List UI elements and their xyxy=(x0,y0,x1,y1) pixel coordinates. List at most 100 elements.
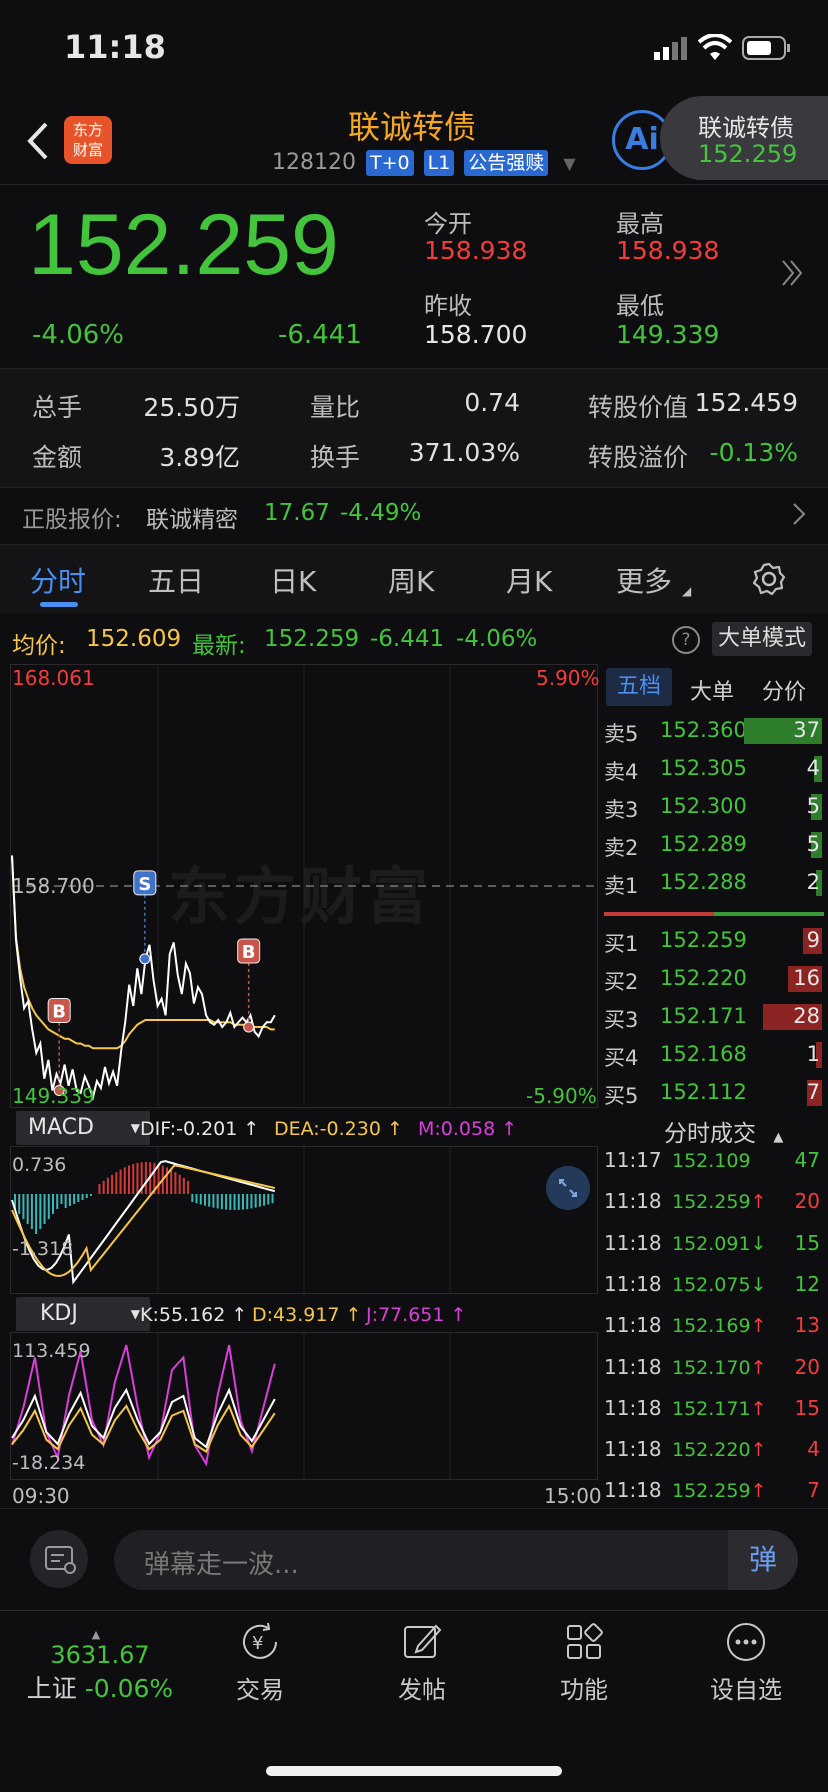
trade-price: 152.171↑ xyxy=(672,1397,767,1420)
kdj-select[interactable]: KDJ ▼ xyxy=(16,1297,150,1331)
level-label: 买4 xyxy=(604,1046,639,1070)
level-volume: 16 xyxy=(793,966,820,990)
trade-row: 11:18 152.220↑ 4 xyxy=(604,1433,824,1473)
trade-price: 152.220↑ xyxy=(672,1439,767,1462)
book-divider xyxy=(604,912,714,916)
macd-bottom-value: -1.318 xyxy=(12,1238,74,1260)
level-volume: 7 xyxy=(806,1080,820,1104)
svg-text:S: S xyxy=(138,874,151,895)
trade-volume: 12 xyxy=(794,1271,820,1296)
level-price: 152.220 xyxy=(660,966,747,990)
level-label: 买1 xyxy=(604,932,639,956)
trade-time: 11:18 xyxy=(604,1230,662,1255)
trade-row: 11:18 152.171↑ 15 xyxy=(604,1392,824,1432)
ask-row[interactable]: 卖3 152.300 5 xyxy=(604,790,824,824)
tab-five-levels[interactable]: 五档 xyxy=(606,668,672,706)
trade-row: 11:18 152.170↑ 20 xyxy=(604,1351,824,1391)
trade-time: 11:18 xyxy=(604,1313,662,1338)
index-name: 上证 xyxy=(26,1674,77,1703)
level-price: 152.300 xyxy=(660,794,747,818)
trade-direction: ↑ xyxy=(750,1315,767,1338)
pct-axis-low: -5.90% xyxy=(526,1084,597,1108)
trade-time: 11:18 xyxy=(604,1437,662,1462)
level-price: 152.112 xyxy=(660,1080,747,1104)
trade-direction: ↓ xyxy=(750,1273,767,1296)
send-danmaku-button[interactable]: 弹 xyxy=(728,1530,798,1590)
ask-row[interactable]: 卖5 152.360 37 xyxy=(604,714,824,748)
level-price: 152.168 xyxy=(660,1042,747,1066)
ref-price-label: 158.700 xyxy=(12,874,95,898)
expand-icon xyxy=(559,1179,577,1197)
bid-row[interactable]: 买5 152.112 7 xyxy=(604,1076,824,1110)
trade-volume: 20 xyxy=(794,1354,820,1379)
index-ticker[interactable]: ▲ 3631.67 上证 -0.06% xyxy=(20,1628,180,1705)
kdj-j: J:77.651 ↑ xyxy=(366,1304,467,1326)
svg-text:B: B xyxy=(52,1001,66,1022)
kdj-header: KDJ ▼ K:55.162 ↑ D:43.917 ↑ J:77.651 ↑ xyxy=(10,1296,598,1332)
trade-direction: ↓ xyxy=(750,1232,767,1255)
trade-price: 152.169↑ xyxy=(672,1315,767,1338)
danmaku-icon xyxy=(45,1546,76,1574)
nav-post[interactable]: 发帖 xyxy=(362,1620,482,1705)
caret-up-icon: ▲ xyxy=(773,1130,784,1145)
trade-time: 11:18 xyxy=(604,1189,662,1214)
level-volume: 37 xyxy=(793,718,820,742)
trade-icon: ¥ xyxy=(243,1622,277,1659)
trade-row: 11:18 152.091↓ 15 xyxy=(604,1227,824,1267)
macd-m: M:0.058 ↑ xyxy=(418,1118,518,1140)
time-axis-start: 09:30 xyxy=(12,1484,70,1508)
y-axis-high: 168.061 xyxy=(12,666,95,690)
svg-text:¥: ¥ xyxy=(252,1633,263,1654)
level-volume: 2 xyxy=(806,870,820,894)
comment-input[interactable]: 弹幕走一波... xyxy=(144,1544,299,1581)
level-price: 152.288 xyxy=(660,870,747,894)
level-label: 卖2 xyxy=(604,836,639,860)
level-label: 卖5 xyxy=(604,722,639,746)
trades-title[interactable]: 分时成交 ▲ xyxy=(664,1114,783,1148)
trade-time: 11:18 xyxy=(604,1395,662,1420)
ask-row[interactable]: 卖2 152.289 5 xyxy=(604,828,824,862)
tab-big-orders[interactable]: 大单 xyxy=(690,674,734,706)
macd-select[interactable]: MACD ▼ xyxy=(16,1111,150,1145)
fullscreen-button[interactable] xyxy=(546,1166,590,1210)
level-price: 152.360 xyxy=(660,718,747,742)
trade-time: 11:18 xyxy=(604,1354,662,1379)
macd-dea: DEA:-0.230 ↑ xyxy=(274,1118,403,1140)
y-axis-low: 149.339 xyxy=(12,1084,95,1108)
nav-functions[interactable]: 功能 xyxy=(524,1620,644,1705)
comment-box[interactable]: 弹幕走一波... 弹 xyxy=(114,1530,798,1590)
level-volume: 1 xyxy=(806,1042,820,1066)
macd-panel xyxy=(10,1146,598,1294)
nav-trade[interactable]: ¥ 交易 xyxy=(200,1620,320,1705)
bid-row[interactable]: 买2 152.220 16 xyxy=(604,962,824,996)
ask-row[interactable]: 卖1 152.288 2 xyxy=(604,866,824,900)
tab-price-dist[interactable]: 分价 xyxy=(762,674,806,706)
level-volume: 5 xyxy=(806,832,820,856)
bid-row[interactable]: 买3 152.171 28 xyxy=(604,1000,824,1034)
trade-volume: 13 xyxy=(794,1313,820,1338)
danmaku-toggle[interactable] xyxy=(30,1530,88,1588)
macd-header: MACD ▼ DIF:-0.201 ↑ DEA:-0.230 ↑ M:0.058… xyxy=(10,1110,598,1146)
trade-price: 152.170↑ xyxy=(672,1356,767,1379)
nav-customize[interactable]: 设自选 xyxy=(686,1620,806,1705)
level-price: 152.171 xyxy=(660,1004,747,1028)
level-price: 152.289 xyxy=(660,832,747,856)
level-volume: 28 xyxy=(793,1004,820,1028)
trade-price: 152.091↓ xyxy=(672,1232,767,1255)
dropdown-caret-icon: ▼ xyxy=(130,1307,140,1321)
level-volume: 4 xyxy=(806,756,820,780)
pct-axis-high: 5.90% xyxy=(536,666,600,690)
ask-row[interactable]: 卖4 152.305 4 xyxy=(604,752,824,786)
svg-text:B: B xyxy=(242,942,256,963)
trade-price: 152.259↑ xyxy=(672,1191,767,1214)
trade-row: 11:18 152.259↑ 20 xyxy=(604,1185,824,1225)
bid-row[interactable]: 买1 152.259 9 xyxy=(604,924,824,958)
trade-price: 152.259↑ xyxy=(672,1480,767,1503)
trade-volume: 4 xyxy=(807,1437,820,1462)
trade-direction: ↑ xyxy=(750,1480,767,1503)
macd-dif: DIF:-0.201 ↑ xyxy=(140,1118,260,1140)
bid-row[interactable]: 买4 152.168 1 xyxy=(604,1038,824,1072)
level-price: 152.305 xyxy=(660,756,747,780)
sell-marker[interactable]: S xyxy=(133,870,157,965)
level-label: 买2 xyxy=(604,970,639,994)
